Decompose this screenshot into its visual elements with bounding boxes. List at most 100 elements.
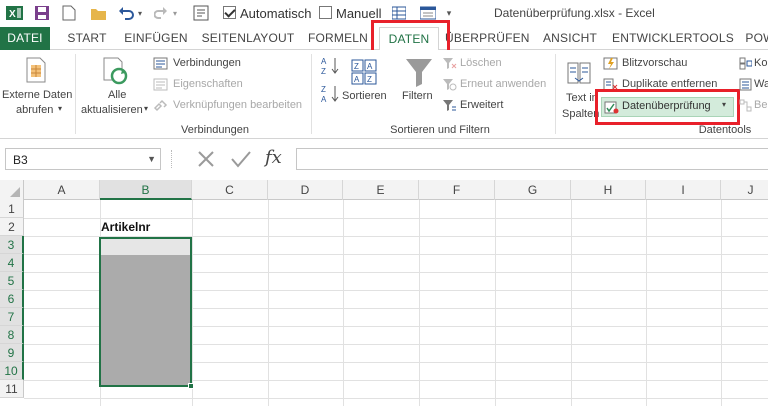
chevron-down-icon: ▾ (58, 104, 63, 113)
what-if-button[interactable]: Wa (739, 76, 768, 93)
formula-bar-divider (171, 150, 173, 168)
selected-range[interactable] (99, 237, 192, 387)
tab-start[interactable]: START (62, 27, 112, 50)
column-header-g[interactable]: G (495, 180, 571, 200)
gridline (192, 200, 193, 406)
row-header[interactable]: 7 (0, 308, 24, 326)
relationships-label: Be (754, 99, 768, 111)
row-header[interactable]: 1 (0, 200, 24, 218)
data-validation-button[interactable]: Datenüberprüfung ▾ (601, 97, 734, 117)
tab-page-layout[interactable]: SEITENLAYOUT (200, 27, 296, 50)
edit-links-label: Verknüpfungen bearbeiten (173, 99, 303, 111)
remove-duplicates-button[interactable]: Duplikate entfernen (603, 76, 733, 93)
properties-button[interactable]: Eigenschaften (153, 76, 263, 93)
row-header[interactable]: 9 (0, 344, 24, 362)
row-header[interactable]: 4 (0, 254, 24, 272)
ribbon: Externe Daten abrufen ▾ Alle aktualisier… (0, 50, 768, 139)
sort-descending-button[interactable]: ZA (321, 84, 341, 104)
open-folder-icon[interactable] (90, 5, 107, 21)
tab-insert[interactable]: EINFÜGEN (122, 27, 190, 50)
gridline (24, 398, 768, 399)
column-header-f[interactable]: F (419, 180, 495, 200)
consolidate-button[interactable]: Ko (739, 55, 768, 72)
excel-logo-icon[interactable]: X (6, 5, 23, 21)
spreadsheet-grid[interactable]: A B C D E F G H I J 1 2 3 4 5 6 7 8 9 10… (0, 180, 768, 406)
chevron-down-icon: ▾ (144, 104, 149, 113)
chevron-down-icon[interactable]: ▼ (147, 154, 156, 164)
form-view-icon[interactable] (420, 5, 436, 21)
flash-fill-button[interactable]: Blitzvorschau (603, 55, 713, 72)
redo-icon[interactable] (154, 5, 168, 21)
text-to-columns-button[interactable]: Text in Spalten (560, 54, 600, 120)
tab-view[interactable]: ANSICHT (536, 27, 604, 50)
row-header[interactable]: 8 (0, 326, 24, 344)
tab-review[interactable]: ÜBERPRÜFEN (445, 27, 529, 50)
connections-label: Verbindungen (173, 57, 241, 69)
formula-input[interactable] (296, 148, 768, 170)
row-header[interactable]: 3 (0, 236, 24, 254)
manual-label: Manuell (336, 6, 382, 21)
cancel-icon[interactable] (196, 149, 216, 169)
fill-handle[interactable] (188, 383, 194, 389)
active-cell[interactable] (101, 239, 190, 255)
sort-button[interactable]: ZAAZ Sortieren (342, 54, 392, 114)
insert-function-icon[interactable]: fx (265, 147, 287, 169)
row-header[interactable]: 6 (0, 290, 24, 308)
customize-qat-icon[interactable]: ▾ (444, 5, 454, 21)
column-header-e[interactable]: E (343, 180, 419, 200)
redo-dropdown-icon[interactable]: ▾ (171, 5, 179, 21)
tab-data[interactable]: DATEN (379, 27, 439, 51)
refresh-all-label-2: aktualisieren (81, 104, 143, 116)
connections-button[interactable]: Verbindungen (153, 55, 263, 72)
new-document-icon[interactable] (62, 5, 76, 21)
row-header[interactable]: 5 (0, 272, 24, 290)
manual-checkbox[interactable] (319, 6, 332, 19)
edit-links-button[interactable]: Verknüpfungen bearbeiten (153, 97, 313, 114)
ribbon-tabs: DATEI START EINFÜGEN SEITENLAYOUT FORMEL… (0, 27, 768, 51)
external-data-label-2: abrufen (16, 104, 54, 116)
grid-view-icon[interactable] (392, 5, 406, 21)
column-header-i[interactable]: I (646, 180, 721, 200)
column-header-b[interactable]: B (100, 180, 192, 200)
tab-power[interactable]: POW (740, 27, 768, 50)
relationships-button[interactable]: Be (739, 97, 768, 114)
clear-button[interactable]: Löschen (442, 55, 532, 72)
consolidate-label: Ko (754, 57, 768, 69)
enter-icon[interactable] (230, 149, 252, 169)
get-external-data-button[interactable]: Externe Daten abrufen ▾ (0, 52, 75, 120)
column-header-j[interactable]: J (721, 180, 768, 200)
column-header-c[interactable]: C (192, 180, 268, 200)
sort-ascending-button[interactable]: AZ (321, 56, 341, 76)
filter-button[interactable]: Filtern (398, 54, 440, 114)
sort-za-icon: ZA (321, 85, 339, 104)
tab-developer[interactable]: ENTWICKLERTOOLS (612, 27, 734, 50)
column-headers: A B C D E F G H I J (0, 180, 768, 200)
formula-bar: B3 ▼ fx (0, 139, 768, 180)
save-icon[interactable] (34, 5, 50, 21)
ribbon-divider (75, 54, 76, 134)
data-validation-icon (604, 101, 619, 114)
undo-dropdown-icon[interactable]: ▾ (136, 5, 144, 21)
advanced-button[interactable]: Erweitert (442, 97, 532, 114)
svg-text:A: A (321, 95, 327, 104)
svg-text:Z: Z (321, 85, 326, 94)
cell-b2[interactable]: Artikelnr (101, 220, 150, 234)
tab-formulas[interactable]: FORMELN (305, 27, 371, 50)
column-header-d[interactable]: D (268, 180, 343, 200)
refresh-all-button[interactable]: Alle aktualisieren ▾ (78, 52, 149, 120)
data-validation-dropdown-icon[interactable]: ▾ (722, 100, 726, 109)
edit-links-icon (153, 99, 168, 112)
automatic-checkbox[interactable] (223, 6, 236, 19)
column-header-h[interactable]: H (571, 180, 646, 200)
svg-text:A: A (354, 75, 360, 84)
row-header[interactable]: 2 (0, 218, 24, 236)
select-all-button[interactable] (0, 180, 24, 200)
row-header[interactable]: 11 (0, 380, 24, 398)
row-header[interactable]: 10 (0, 362, 24, 380)
column-header-a[interactable]: A (24, 180, 100, 200)
name-box[interactable]: B3 ▼ (5, 148, 161, 170)
calculation-icon[interactable] (193, 5, 209, 21)
tab-file[interactable]: DATEI (0, 27, 50, 50)
reapply-button[interactable]: Erneut anwenden (442, 76, 552, 93)
undo-icon[interactable] (118, 5, 134, 21)
